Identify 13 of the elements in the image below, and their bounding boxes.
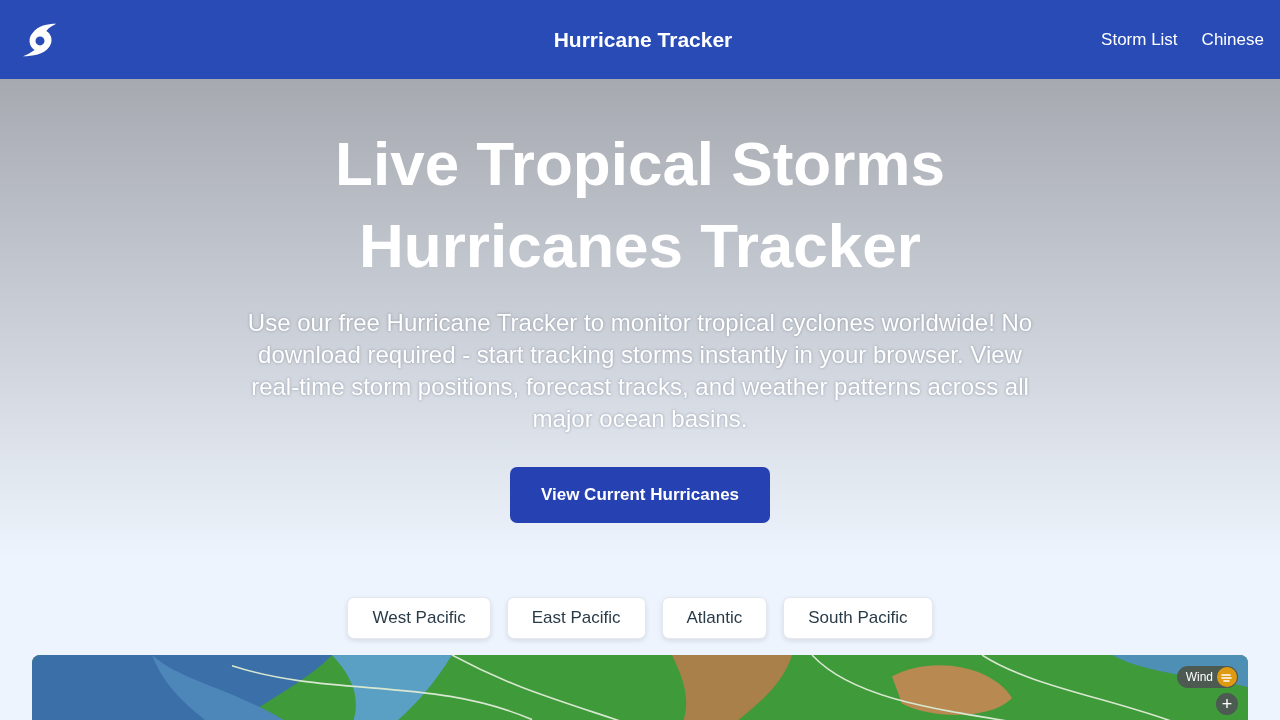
basin-button[interactable]: West Pacific — [347, 597, 491, 639]
nav-link[interactable]: Storm List — [1101, 29, 1178, 50]
site-title: Hurricane Tracker — [553, 27, 733, 52]
wind-layer-button[interactable]: Wind — [1176, 666, 1238, 688]
hero-title-line: Hurricanes Tracker — [359, 210, 921, 282]
basin-button[interactable]: South Pacific — [783, 597, 933, 639]
hero-title-line: Live Tropical Storms — [335, 128, 945, 200]
basin-button[interactable]: East Pacific — [506, 597, 646, 639]
hurricane-logo-icon[interactable] — [22, 21, 58, 58]
view-hurricanes-button[interactable]: View Current Hurricanes — [510, 467, 770, 523]
wind-icon — [1217, 667, 1237, 687]
basin-button[interactable]: Atlantic — [661, 597, 768, 639]
nav-link[interactable]: Chinese — [1201, 29, 1264, 50]
